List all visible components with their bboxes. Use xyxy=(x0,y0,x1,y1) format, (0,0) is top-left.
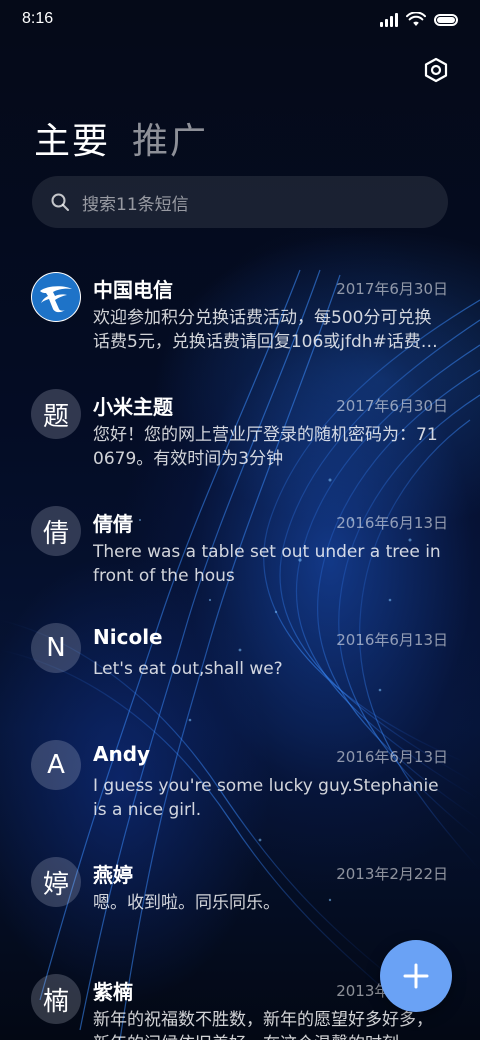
battery-icon xyxy=(434,13,458,26)
contact-name: Nicole xyxy=(93,625,163,649)
message-preview: 您好！您的网上营业厅登录的随机密码为：710679。有效时间为3分钟 xyxy=(93,425,438,469)
message-date: 2017年6月30日 xyxy=(336,397,448,415)
avatar: 婷 xyxy=(31,857,81,907)
conversation-item[interactable]: N Nicole 2016年6月13日 Let's eat out,shall … xyxy=(0,607,480,724)
message-preview: 新年的祝福数不胜数，新年的愿望好多好多，新年的问候依旧美好，在这个温馨的时刻 xyxy=(93,1010,433,1040)
wifi-icon xyxy=(406,12,426,26)
contact-name: 中国电信 xyxy=(93,278,173,302)
conversation-item[interactable]: 题 小米主题 2017年6月30日 您好！您的网上营业厅登录的随机密码为：710… xyxy=(0,373,480,490)
search-input[interactable]: 搜索11条短信 xyxy=(32,176,448,228)
conversation-item[interactable]: 倩 倩倩 2016年6月13日 There was a table set ou… xyxy=(0,490,480,607)
search-placeholder: 搜索11条短信 xyxy=(82,194,189,215)
contact-name: Andy xyxy=(93,742,151,766)
tab-primary[interactable]: 主要 xyxy=(34,112,110,164)
message-date: 2017年6月30日 xyxy=(336,280,448,298)
message-date: 2013年2月22日 xyxy=(336,865,448,883)
signal-icon xyxy=(380,12,398,27)
avatar: 楠 xyxy=(31,974,81,1024)
avatar: 倩 xyxy=(31,506,81,556)
conversation-item[interactable]: A Andy 2016年6月13日 I guess you're some lu… xyxy=(0,724,480,841)
search-icon xyxy=(51,193,69,211)
contact-name: 紫楠 xyxy=(93,980,133,1004)
status-time: 8:16 xyxy=(22,10,54,27)
message-date: 2016年6月13日 xyxy=(336,748,448,766)
settings-hexagon-icon[interactable] xyxy=(420,54,452,86)
avatar: A xyxy=(31,740,81,790)
messages-screen: 8:16 主要 推广 搜索11条短信 中国电信 2017年6月30日 欢迎参加积… xyxy=(0,0,480,1040)
message-preview: I guess you're some lucky guy.Stephanie … xyxy=(93,776,439,820)
contact-name: 小米主题 xyxy=(93,395,173,419)
message-date: 2016年6月13日 xyxy=(336,514,448,532)
category-tabs: 主要 推广 xyxy=(34,112,208,164)
message-preview: There was a table set out under a tree i… xyxy=(93,542,441,586)
status-icons xyxy=(380,12,458,27)
plus-icon xyxy=(403,963,429,989)
message-preview: Let's eat out,shall we? xyxy=(93,659,283,679)
status-bar: 8:16 xyxy=(0,0,480,40)
message-date: 2016年6月13日 xyxy=(336,631,448,649)
contact-name: 燕婷 xyxy=(93,863,133,887)
tab-promotions[interactable]: 推广 xyxy=(132,112,208,164)
avatar: 题 xyxy=(31,389,81,439)
conversation-list: 中国电信 2017年6月30日 欢迎参加积分兑换话费活动，每500分可兑换话费5… xyxy=(0,256,480,1040)
contact-name: 倩倩 xyxy=(93,512,133,536)
avatar: N xyxy=(31,623,81,673)
message-preview: 欢迎参加积分兑换话费活动，每500分可兑换话费5元，兑换话费请回复106或jfd… xyxy=(93,308,438,352)
conversation-item[interactable]: 中国电信 2017年6月30日 欢迎参加积分兑换话费活动，每500分可兑换话费5… xyxy=(0,256,480,373)
message-preview: 嗯。收到啦。同乐同乐。 xyxy=(93,893,280,913)
china-telecom-logo-icon xyxy=(31,272,81,322)
new-message-button[interactable] xyxy=(380,940,452,1012)
